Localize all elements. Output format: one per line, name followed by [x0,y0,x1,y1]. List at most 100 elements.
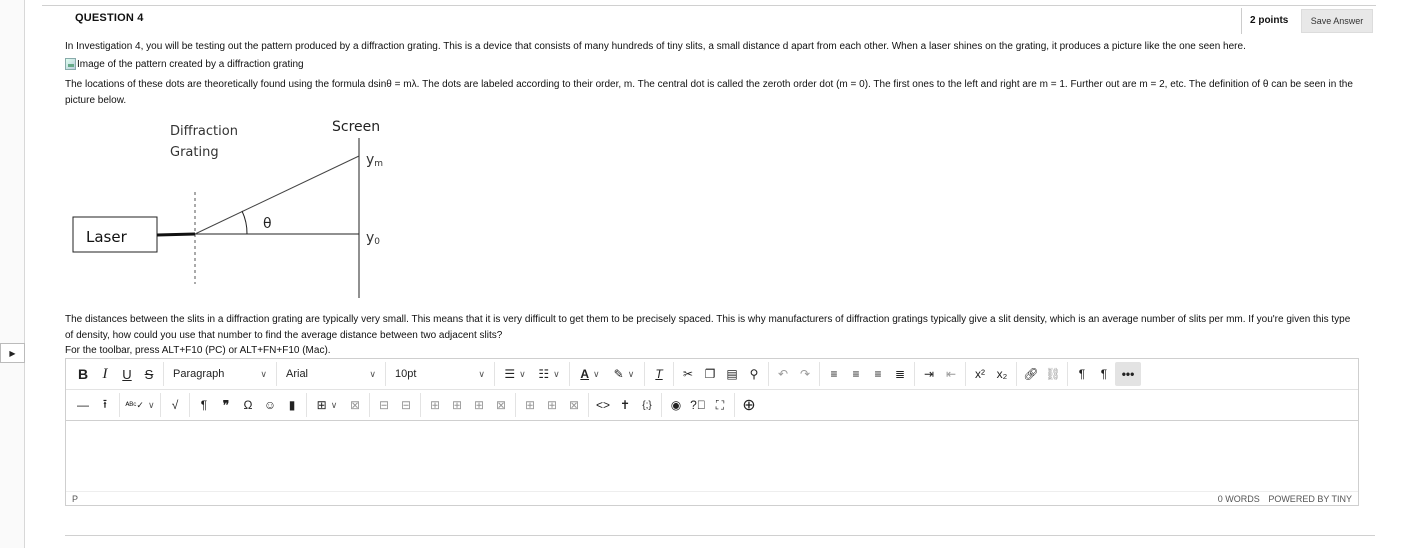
chevron-down-icon: ∨ [478,368,485,379]
table-delete-col-button[interactable]: ⊞ [468,393,490,417]
fullscreen-button[interactable]: ⛶ [709,393,731,417]
ym-label: ym [366,152,383,169]
bullet-list-button[interactable]: ☰ ∨ [498,362,532,386]
source-code-button[interactable]: <> [592,393,614,417]
italic-button[interactable]: I [94,362,116,386]
special-character-button[interactable]: Ω [237,393,259,417]
fullscreen-icon: ⛶ [715,397,725,412]
more-options-button[interactable]: ••• [1115,362,1141,386]
insert-link-button[interactable]: 🔗︎ [1020,362,1042,386]
outdent-button[interactable]: ⇤ [940,362,962,386]
math-equation-button[interactable]: √ [164,393,186,417]
align-left-button[interactable]: ≡ [823,362,845,386]
table-delete-row-button[interactable]: ⊠ [490,393,512,417]
intro-paragraph: In Investigation 4, you will be testing … [65,41,1246,52]
clear-formatting-button[interactable]: T [648,362,670,386]
diffraction-pattern-image: Image of the pattern created by a diffra… [65,58,304,70]
laser-beam [156,232,196,237]
editor-content-area[interactable] [66,422,1358,492]
block-format-select[interactable]: Paragraph ∨ [167,362,273,386]
expand-panel-button[interactable]: ▶ [0,343,25,363]
undo-button[interactable]: ↶ [772,362,794,386]
align-right-button[interactable]: ≡ [867,362,889,386]
rich-text-editor: B I U S Paragraph ∨ Arial ∨ 10pt ∨ ☰ ∨ ☷ ∨ A ∨… [65,358,1359,506]
remove-link-button[interactable]: ⛓ [1042,362,1064,386]
upload-button[interactable]: ⭱ [94,393,116,417]
table-merge-button[interactable]: ⊞ [541,393,563,417]
emoji-button[interactable]: ☺ [259,393,281,417]
table-col-after-button[interactable]: ⊞ [446,393,468,417]
table-row-after-button[interactable]: ⊟ [395,393,417,417]
powered-by-link[interactable]: POWERED BY TINY [1268,494,1352,504]
align-center-button[interactable]: ≡ [845,362,867,386]
save-answer-button[interactable]: Save Answer [1301,9,1373,33]
help-icon: ?⃝ [690,398,706,412]
spellcheck-button[interactable]: ᴬᴮᶜ✓ ∨ [123,393,157,417]
text-color-button[interactable]: A ∨ [573,362,607,386]
text-color-icon: A [580,367,590,381]
top-divider [42,5,1376,6]
underline-button[interactable]: U [116,362,138,386]
table-row-before-button[interactable]: ⊟ [373,393,395,417]
bookmark-icon: ▮ [288,398,296,412]
quote-icon: ❞ [222,398,230,412]
align-justify-button[interactable]: ≣ [889,362,911,386]
align-center-icon: ≡ [852,367,860,381]
preview-button[interactable]: ◉ [665,393,687,417]
ltr-button[interactable]: ¶ [1071,362,1093,386]
table-split-button[interactable]: ⊞ [519,393,541,417]
paragraph-mark-button[interactable]: ¶ [193,393,215,417]
superscript-button[interactable]: x² [969,362,991,386]
accessibility-icon: ✝ [619,398,631,412]
table-button[interactable]: ⊞ ∨ [310,393,344,417]
help-button[interactable]: ?⃝ [687,393,709,417]
table-cell-props-button[interactable]: ⊠ [563,393,585,417]
omega-icon: Ω [243,398,253,412]
cell-props-icon: ⊠ [568,398,580,412]
horizontal-line-button[interactable]: — [72,393,94,417]
copy-button[interactable]: ❐ [699,362,721,386]
bookmark-button[interactable]: ▮ [281,393,303,417]
emoji-icon: ☺ [263,398,277,412]
table-col-before-button[interactable]: ⊞ [424,393,446,417]
bold-button[interactable]: B [72,362,94,386]
redo-icon: ↷ [799,367,811,381]
blockquote-button[interactable]: ❞ [215,393,237,417]
delete-table-button[interactable]: ⊠ [344,393,366,417]
numbered-list-button[interactable]: ☷ ∨ [532,362,566,386]
table-icon: ⊞ [316,398,327,412]
bullet-list-icon: ☰ [504,367,516,381]
question-points: 2 points [1250,15,1289,26]
paste-button[interactable]: ▤ [721,362,743,386]
template-button[interactable]: {;} [636,393,658,417]
toolbar-hint: For the toolbar, press ALT+F10 (PC) or A… [65,345,331,356]
delete-col-icon: ⊞ [473,398,485,412]
upload-icon: ⭱ [102,396,108,411]
align-left-icon: ≡ [830,367,838,381]
indent-button[interactable]: ⇥ [918,362,940,386]
subscript-button[interactable]: x₂ [991,362,1013,386]
element-path[interactable]: P [72,494,78,504]
accessibility-button[interactable]: ✝ [614,393,636,417]
eye-icon: ◉ [670,398,682,412]
redo-button[interactable]: ↷ [794,362,816,386]
align-justify-icon: ≣ [894,367,906,381]
add-content-button[interactable]: ⊕ [738,393,760,417]
toolbar-row-1: B I U S Paragraph ∨ Arial ∨ 10pt ∨ ☰ ∨ ☷ ∨ A ∨… [66,359,1358,390]
delete-table-icon: ⊠ [349,398,361,412]
col-insert-before-icon: ⊞ [429,398,441,412]
rtl-button[interactable]: ¶ [1093,362,1115,386]
font-family-select[interactable]: Arial ∨ [280,362,382,386]
chevron-down-icon: ∨ [260,368,267,379]
theta-label: θ [263,216,272,232]
delete-row-icon: ⊠ [495,398,507,412]
diffracted-ray [194,155,360,235]
clear-format-icon: T [655,367,663,381]
cut-button[interactable]: ✂ [677,362,699,386]
highlight-color-button[interactable]: ✎ ∨ [607,362,641,386]
link-icon: 🔗︎ [1023,367,1039,381]
strikethrough-button[interactable]: S [138,362,160,386]
font-size-select[interactable]: 10pt ∨ [389,362,491,386]
word-count[interactable]: 0 WORDS [1218,494,1260,504]
find-button[interactable]: ⚲ [743,362,765,386]
